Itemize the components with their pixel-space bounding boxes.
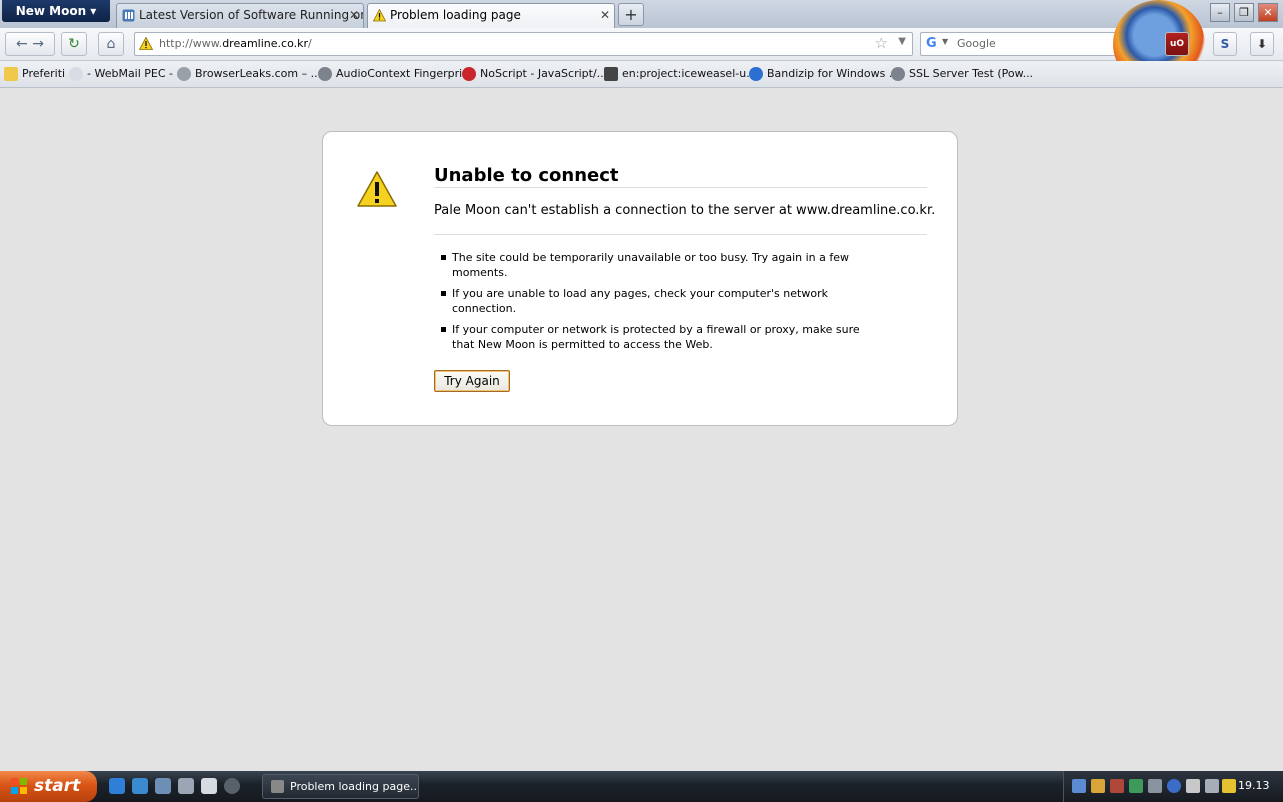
bookmark-label: Bandizip for Windows ...: [767, 67, 900, 80]
browser-icon: [271, 780, 284, 793]
bookmark-label: NoScript - JavaScript/...: [480, 67, 608, 80]
search-input[interactable]: Google: [957, 33, 996, 55]
quicklaunch-icon[interactable]: [178, 778, 194, 794]
tab-close-icon[interactable]: ✕: [349, 4, 359, 26]
debian-icon: [604, 67, 618, 81]
tray-icon[interactable]: [1110, 779, 1124, 793]
bookmark-star-icon[interactable]: ☆: [875, 34, 888, 52]
tray-icon[interactable]: [1129, 779, 1143, 793]
divider: [434, 234, 927, 235]
bookmark-webmail-pec[interactable]: - WebMail PEC -: [69, 61, 173, 87]
windows-logo-icon: [11, 778, 27, 794]
network-icon[interactable]: [1072, 779, 1086, 793]
url-suffix: /: [308, 37, 312, 50]
mail-icon[interactable]: [201, 778, 217, 794]
start-label: start: [34, 776, 81, 796]
forward-icon[interactable]: →: [32, 36, 44, 52]
restore-button[interactable]: ❐: [1234, 3, 1254, 22]
error-title: Unable to connect: [434, 165, 619, 186]
folder-icon: [4, 67, 18, 81]
navigation-toolbar: ← → ↻ ⌂ http://www.dreamline.co.kr/ ☆ ▼ …: [0, 28, 1283, 61]
try-again-button[interactable]: Try Again: [434, 370, 510, 392]
new-tab-button[interactable]: +: [618, 3, 644, 26]
bookmark-noscript[interactable]: NoScript - JavaScript/...: [462, 61, 607, 87]
tab-label: Latest Version of Software Running on XP…: [139, 8, 363, 22]
url-prefix: http://www.: [159, 37, 223, 50]
bookmark-label: AudioContext Fingerpri...: [336, 67, 473, 80]
back-icon[interactable]: ←: [16, 36, 28, 52]
google-icon[interactable]: G: [926, 36, 937, 51]
desktop-icon[interactable]: [155, 778, 171, 794]
divider: [434, 187, 927, 188]
bookmark-label: en:project:iceweasel-u...: [622, 67, 757, 80]
security-icon[interactable]: [1222, 779, 1236, 793]
download-icon[interactable]: ⬇: [1250, 32, 1274, 56]
bookmark-ssl-server-test[interactable]: SSL Server Test (Pow...: [891, 61, 1033, 87]
bookmark-bandizip[interactable]: Bandizip for Windows ...: [749, 61, 899, 87]
list-item: If you are unable to load any pages, che…: [434, 286, 884, 316]
title-bar: New Moon ▾ Latest Version of Software Ru…: [0, 0, 1283, 28]
bookmark-browserleaks[interactable]: BrowserLeaks.com – ...: [177, 61, 321, 87]
wifi-icon[interactable]: [1167, 779, 1181, 793]
url-domain: dreamline.co.kr: [222, 37, 308, 50]
quicklaunch-icon[interactable]: [132, 778, 148, 794]
browser-icon[interactable]: [224, 778, 240, 794]
shield-icon[interactable]: [1091, 779, 1105, 793]
tab-latest-version[interactable]: Latest Version of Software Running on XP…: [116, 3, 364, 28]
taskbar-window-button[interactable]: Problem loading page...: [262, 774, 419, 799]
taskbar: start Problem loading page... 19.13: [0, 771, 1283, 802]
error-suggestions: The site could be temporarily unavailabl…: [434, 250, 884, 358]
url-text[interactable]: http://www.dreamline.co.kr/: [159, 33, 312, 55]
bookmark-folder-preferiti[interactable]: Preferiti: [4, 61, 65, 87]
mail-icon: [69, 67, 83, 81]
noscript-icon: [462, 67, 476, 81]
back-forward-button[interactable]: ← →: [5, 32, 55, 56]
s-extension-icon[interactable]: S: [1213, 32, 1237, 56]
tray-icon[interactable]: [1186, 779, 1200, 793]
bookmark-label: SSL Server Test (Pow...: [909, 67, 1034, 80]
globe-icon: [891, 67, 905, 81]
bandizip-icon: [749, 67, 763, 81]
bookmark-iceweasel[interactable]: en:project:iceweasel-u...: [604, 61, 757, 87]
home-button[interactable]: ⌂: [98, 32, 124, 56]
search-engine-dropdown-icon[interactable]: ▼: [942, 37, 948, 46]
url-bar[interactable]: http://www.dreamline.co.kr/ ☆ ▼: [134, 32, 913, 56]
tab-label: Problem loading page: [390, 8, 521, 22]
bookmark-label: - WebMail PEC -: [87, 67, 174, 80]
list-item: The site could be temporarily unavailabl…: [434, 250, 884, 280]
minimize-button[interactable]: –: [1210, 3, 1230, 22]
reload-button[interactable]: ↻: [61, 32, 87, 56]
site-warning-icon: [139, 37, 153, 50]
error-message: Pale Moon can't establish a connection t…: [434, 203, 936, 218]
ublock-origin-icon[interactable]: uO: [1165, 32, 1189, 56]
close-window-button[interactable]: ✕: [1258, 3, 1278, 22]
start-button[interactable]: start: [0, 771, 97, 802]
internet-explorer-icon[interactable]: [109, 778, 125, 794]
bookmark-label: Preferiti: [22, 67, 66, 80]
bookmark-label: BrowserLeaks.com – ...: [195, 67, 322, 80]
list-item: If your computer or network is protected…: [434, 322, 884, 352]
fingerprint-icon: [177, 67, 191, 81]
warning-icon: [373, 9, 386, 22]
globe-icon: [318, 67, 332, 81]
monitor-icon[interactable]: [1205, 779, 1219, 793]
tab-close-icon[interactable]: ✕: [600, 4, 610, 26]
app-menu-button[interactable]: New Moon ▾: [2, 0, 110, 22]
error-panel: Unable to connect Pale Moon can't establ…: [322, 131, 958, 426]
taskbar-window-label: Problem loading page...: [290, 780, 419, 793]
bookmark-audiocontext[interactable]: AudioContext Fingerpri...: [318, 61, 473, 87]
bookmarks-toolbar: Preferiti - WebMail PEC - BrowserLeaks.c…: [0, 61, 1283, 88]
tab-favicon-icon: [122, 9, 135, 22]
url-dropdown-icon[interactable]: ▼: [898, 36, 906, 47]
tray-icon[interactable]: [1148, 779, 1162, 793]
tab-problem-loading[interactable]: Problem loading page ✕: [367, 3, 615, 28]
warning-icon: [357, 171, 397, 207]
clock: 19.13: [1238, 779, 1270, 792]
